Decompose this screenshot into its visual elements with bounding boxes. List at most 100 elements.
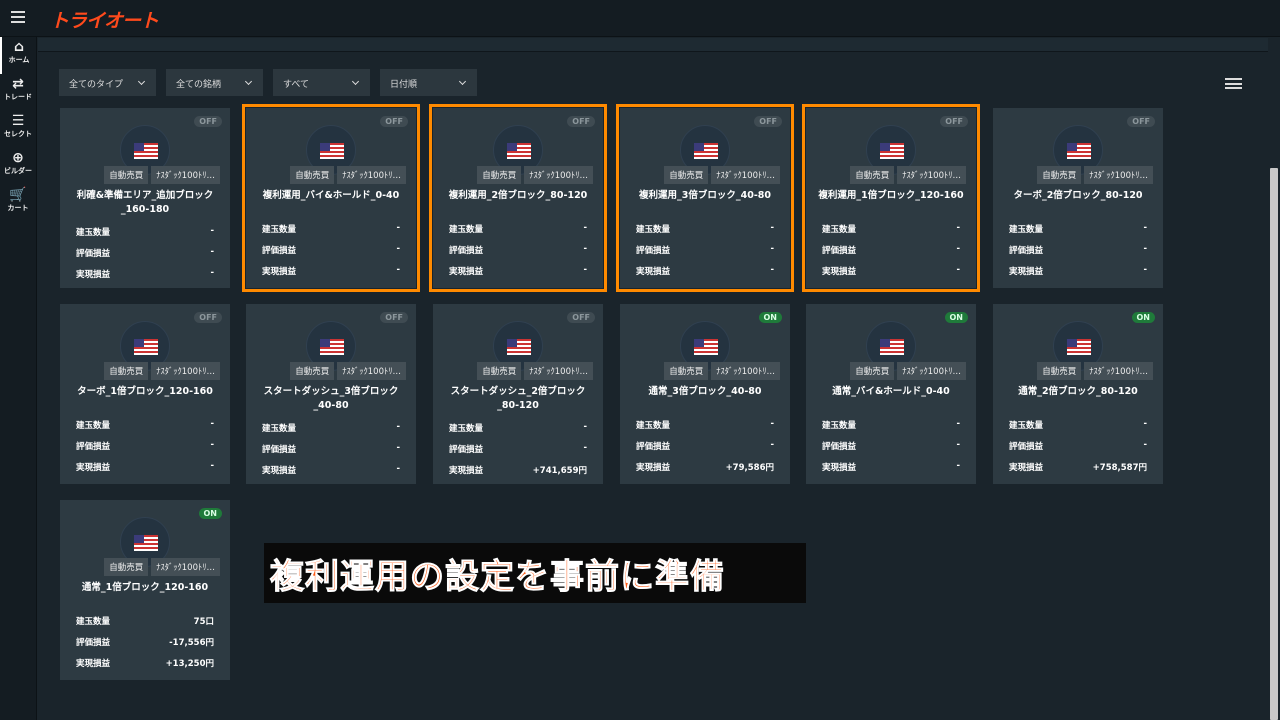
strategy-card[interactable]: OFF 自動売買 ﾅｽﾀﾞｯｸ100ﾄﾘ… 複利運用_バイ&ホールド_0-40 建… <box>242 104 420 292</box>
instrument-tag: ﾅｽﾀﾞｯｸ100ﾄﾘ… <box>151 558 220 576</box>
sidebar-item-cart[interactable]: 🛒 カート <box>0 185 36 222</box>
strategy-card[interactable]: OFF 自動売買 ﾅｽﾀﾞｯｸ100ﾄﾘ… 複利運用_3倍ブロック_40-80 建… <box>616 104 794 292</box>
status-badge[interactable]: ON <box>758 312 782 323</box>
realized-label: 実現損益 <box>1009 267 1044 277</box>
strategy-card[interactable]: ON 自動売買 ﾅｽﾀﾞｯｸ100ﾄﾘ… 通常_1倍ブロック_120-160 建玉… <box>60 500 230 680</box>
realized-row: 実現損益 +741,659円 <box>449 464 587 476</box>
strategy-card[interactable]: OFF 自動売買 ﾅｽﾀﾞｯｸ100ﾄﾘ… ターボ_2倍ブロック_80-120 建… <box>993 108 1163 288</box>
strategy-title: 通常_2倍ブロック_80-120 <box>1018 386 1138 397</box>
instrument-tag: ﾅｽﾀﾞｯｸ100ﾄﾘ… <box>897 362 966 380</box>
qty-value: 75口 <box>193 617 214 627</box>
instrument-tag: ﾅｽﾀﾞｯｸ100ﾄﾘ… <box>337 166 406 184</box>
realized-row: 実現損益 - <box>76 268 214 280</box>
realized-row: 実現損益 - <box>76 461 214 473</box>
unrealized-label: 評価損益 <box>262 246 297 256</box>
us-flag-icon <box>134 535 158 551</box>
us-flag-icon <box>880 143 904 159</box>
status-badge[interactable]: OFF <box>380 116 408 127</box>
filter-select[interactable]: すべて <box>273 69 370 96</box>
sidebar-item-select[interactable]: ☰ セレクト <box>0 111 36 148</box>
qty-row: 建玉数量 - <box>1009 419 1147 431</box>
filter-bar: 全てのタイプ 全ての銘柄 すべて 日付順 <box>59 69 477 96</box>
qty-value: - <box>956 223 960 233</box>
status-badge[interactable]: OFF <box>194 116 222 127</box>
instrument-tag: ﾅｽﾀﾞｯｸ100ﾄﾘ… <box>524 362 593 380</box>
qty-label: 建玉数量 <box>822 421 857 431</box>
strategy-card[interactable]: ON 自動売買 ﾅｽﾀﾞｯｸ100ﾄﾘ… 通常_2倍ブロック_80-120 建玉数… <box>993 304 1163 484</box>
sidebar-item-label: ビルダー <box>4 167 32 175</box>
status-badge[interactable]: ON <box>944 312 968 323</box>
qty-label: 建玉数量 <box>1009 421 1044 431</box>
type-tag: 自動売買 <box>1037 166 1082 184</box>
filter-select-value: すべて <box>283 80 310 90</box>
status-badge[interactable]: OFF <box>380 312 408 323</box>
unrealized-row: 評価損益 - <box>449 443 587 455</box>
sidebar-item-home[interactable]: ⌂ ホーム <box>0 37 36 74</box>
realized-label: 実現損益 <box>822 463 857 473</box>
unrealized-value: -17,556円 <box>169 638 214 648</box>
instrument-tag: ﾅｽﾀﾞｯｸ100ﾄﾘ… <box>337 362 406 380</box>
unrealized-label: 評価損益 <box>822 442 857 452</box>
unrealized-value: - <box>956 440 960 450</box>
strategy-card[interactable]: OFF 自動売買 ﾅｽﾀﾞｯｸ100ﾄﾘ… 利確&準備エリア_追加ブロック_160… <box>60 108 230 288</box>
type-tag: 自動売買 <box>104 166 149 184</box>
realized-label: 実現損益 <box>636 463 671 473</box>
realized-label: 実現損益 <box>76 270 111 280</box>
realized-value: +13,250円 <box>165 659 214 669</box>
unrealized-row: 評価損益 - <box>449 244 587 256</box>
realized-row: 実現損益 - <box>1009 265 1147 277</box>
filter-select[interactable]: 全てのタイプ <box>59 69 156 96</box>
realized-row: 実現損益 - <box>636 265 774 277</box>
hamburger-menu-icon[interactable] <box>11 11 25 23</box>
filter-select[interactable]: 日付順 <box>380 69 477 96</box>
us-flag-icon <box>134 339 158 355</box>
strategy-card[interactable]: OFF 自動売買 ﾅｽﾀﾞｯｸ100ﾄﾘ… 複利運用_1倍ブロック_120-160… <box>802 104 980 292</box>
status-badge[interactable]: OFF <box>1127 116 1155 127</box>
status-badge[interactable]: ON <box>1131 312 1155 323</box>
instrument-tag: ﾅｽﾀﾞｯｸ100ﾄﾘ… <box>151 166 220 184</box>
scrollbar[interactable] <box>1268 38 1280 720</box>
list-view-icon[interactable] <box>1225 78 1242 89</box>
scrollbar-thumb[interactable] <box>1270 168 1278 720</box>
unrealized-row: 評価損益 - <box>636 244 774 256</box>
realized-label: 実現損益 <box>449 267 484 277</box>
qty-row: 建玉数量 75口 <box>76 615 214 627</box>
strategy-card[interactable]: ON 自動売買 ﾅｽﾀﾞｯｸ100ﾄﾘ… 通常_3倍ブロック_40-80 建玉数量… <box>620 304 790 484</box>
sidebar-item-builder[interactable]: ⊕ ビルダー <box>0 148 36 185</box>
status-badge[interactable]: OFF <box>940 116 968 127</box>
us-flag-icon <box>320 143 344 159</box>
qty-row: 建玉数量 - <box>636 419 774 431</box>
strategy-card[interactable]: ON 自動売買 ﾅｽﾀﾞｯｸ100ﾄﾘ… 通常_バイ&ホールド_0-40 建玉数量… <box>806 304 976 484</box>
realized-value: - <box>770 265 774 275</box>
status-badge[interactable]: ON <box>198 508 222 519</box>
status-badge[interactable]: OFF <box>754 116 782 127</box>
strategy-card[interactable]: OFF 自動売買 ﾅｽﾀﾞｯｸ100ﾄﾘ… スタートダッシュ_3倍ブロック_40-… <box>246 304 416 484</box>
realized-label: 実現損益 <box>262 466 297 476</box>
realized-value: +79,586円 <box>725 463 774 473</box>
app-logo[interactable]: トライオート <box>50 6 159 33</box>
realized-label: 実現損益 <box>262 267 297 277</box>
status-badge[interactable]: OFF <box>194 312 222 323</box>
qty-label: 建玉数量 <box>636 421 671 431</box>
unrealized-value: - <box>956 244 960 254</box>
qty-row: 建玉数量 - <box>76 226 214 238</box>
realized-label: 実現損益 <box>1009 463 1044 473</box>
filter-select[interactable]: 全ての銘柄 <box>166 69 263 96</box>
status-badge[interactable]: OFF <box>567 312 595 323</box>
realized-row: 実現損益 - <box>822 461 960 473</box>
strategy-title: 通常_3倍ブロック_40-80 <box>648 386 762 397</box>
unrealized-label: 評価損益 <box>636 442 671 452</box>
realized-value: - <box>210 268 214 278</box>
strategy-card[interactable]: OFF 自動売買 ﾅｽﾀﾞｯｸ100ﾄﾘ… スタートダッシュ_2倍ブロック_80-… <box>433 304 603 484</box>
instrument-tag: ﾅｽﾀﾞｯｸ100ﾄﾘ… <box>711 166 780 184</box>
realized-value: - <box>396 464 400 474</box>
home-icon: ⌂ <box>13 39 25 55</box>
qty-value: - <box>956 419 960 429</box>
sidebar-item-trade[interactable]: ⇄ トレード <box>0 74 36 111</box>
us-flag-icon <box>320 339 344 355</box>
status-badge[interactable]: OFF <box>567 116 595 127</box>
strategy-card[interactable]: OFF 自動売買 ﾅｽﾀﾞｯｸ100ﾄﾘ… 複利運用_2倍ブロック_80-120 … <box>429 104 607 292</box>
unrealized-row: 評価損益 - <box>262 443 400 455</box>
qty-value: - <box>210 419 214 429</box>
strategy-card[interactable]: OFF 自動売買 ﾅｽﾀﾞｯｸ100ﾄﾘ… ターボ_1倍ブロック_120-160 … <box>60 304 230 484</box>
